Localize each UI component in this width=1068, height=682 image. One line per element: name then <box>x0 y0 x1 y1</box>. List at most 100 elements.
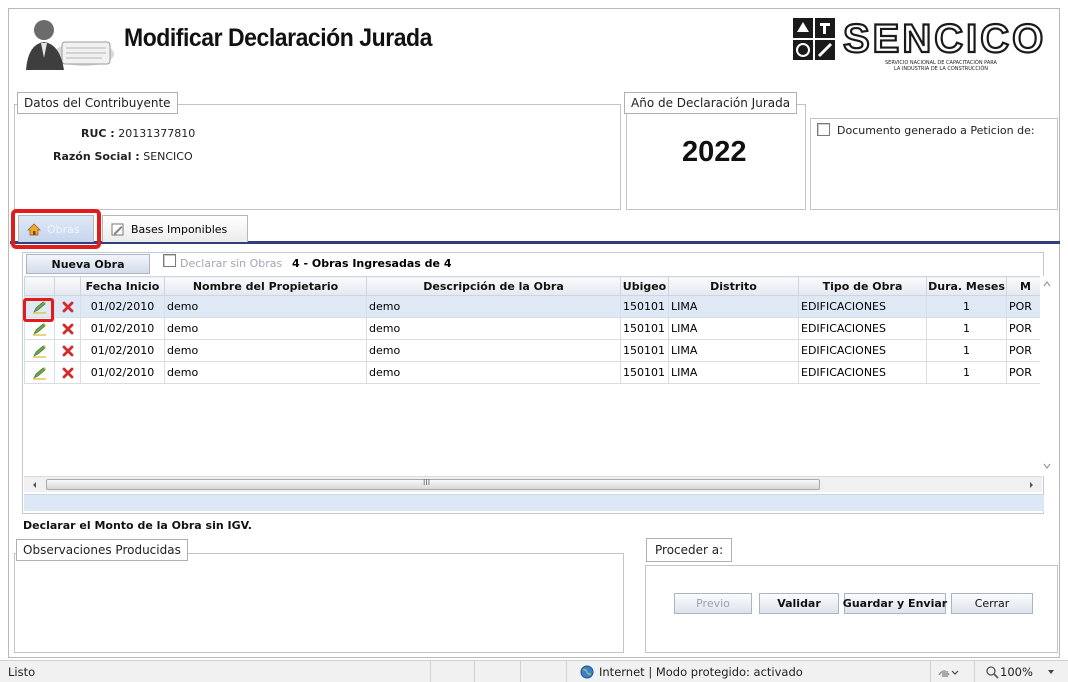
anio-legend: Año de Declaración Jurada <box>624 92 798 114</box>
cell-meses: 1 <box>926 339 1007 362</box>
validar-button[interactable]: Validar <box>759 593 839 614</box>
cell-propietario: demo <box>164 361 367 384</box>
cell-ubigeo: 150101 <box>620 295 669 318</box>
cell-ubigeo: 150101 <box>620 317 669 340</box>
delete-x-icon[interactable] <box>62 323 74 335</box>
scroll-left-icon[interactable] <box>28 478 42 492</box>
cell-propietario: demo <box>164 295 367 318</box>
vertical-scrollbar[interactable] <box>1040 276 1054 476</box>
col-m[interactable]: M <box>1006 276 1045 296</box>
cell-tipo: EDIFICACIONES <box>798 361 927 384</box>
chevron-down-icon[interactable] <box>1046 667 1056 677</box>
col-delete <box>54 276 81 296</box>
cell-m: POR <box>1006 361 1045 384</box>
cell-fecha: 01/02/2010 <box>80 339 165 362</box>
contributor-person-icon <box>26 20 114 70</box>
tab-bases-imponibles[interactable]: Bases Imponibles <box>102 215 248 242</box>
security-zone-text[interactable]: Internet | Modo protegido: activado <box>599 665 803 679</box>
table-header-row: Fecha Inicio Nombre del Propietario Desc… <box>24 276 1045 296</box>
zoom-level[interactable]: 100% <box>1000 665 1033 679</box>
edit-icon <box>111 223 124 235</box>
page-title: Modificar Declaración Jurada <box>124 24 432 52</box>
col-fecha-inicio[interactable]: Fecha Inicio <box>80 276 165 296</box>
cerrar-button[interactable]: Cerrar <box>951 593 1033 614</box>
scroll-up-icon[interactable] <box>1040 278 1054 290</box>
razon-social-row: Razón Social : SENCICO <box>53 150 193 163</box>
horizontal-scroll-thumb[interactable]: III <box>46 478 820 490</box>
cell-descripcion: demo <box>366 339 621 362</box>
horizontal-scrollbar[interactable]: III <box>24 476 1042 492</box>
cell-propietario: demo <box>164 339 367 362</box>
delete-x-icon[interactable] <box>62 367 74 379</box>
obras-count: 4 - Obras Ingresadas de 4 <box>292 257 452 270</box>
edit-pencil-icon[interactable] <box>32 322 48 336</box>
col-nombre-propietario[interactable]: Nombre del Propietario <box>164 276 367 296</box>
previo-button[interactable]: Previo <box>674 593 752 614</box>
cell-meses: 1 <box>926 295 1007 318</box>
cell-distrito: LIMA <box>668 317 799 340</box>
cell-tipo: EDIFICACIONES <box>798 295 927 318</box>
table-row[interactable]: 01/02/2010 demo demo 150101 LIMA EDIFICA… <box>24 361 1045 384</box>
contribuyente-legend: Datos del Contribuyente <box>17 92 178 114</box>
obras-tab-highlight <box>11 209 101 249</box>
col-distrito[interactable]: Distrito <box>668 276 799 296</box>
cell-descripcion: demo <box>366 317 621 340</box>
cell-fecha: 01/02/2010 <box>80 317 165 340</box>
table-row[interactable]: 01/02/2010 demo demo 150101 LIMA EDIFICA… <box>24 295 1045 318</box>
globe-icon <box>580 665 594 679</box>
col-edit <box>24 276 55 296</box>
status-divider <box>566 661 567 682</box>
declarar-sin-obras-checkbox[interactable] <box>163 254 176 267</box>
observaciones-legend: Observaciones Producidas <box>16 539 188 561</box>
sencico-logo: SENCICO SERVICIO NACIONAL DE CAPACITACIÓ… <box>793 16 1044 72</box>
ruc-row: RUC : 20131377810 <box>81 127 195 140</box>
guardar-enviar-button[interactable]: Guardar y Enviar <box>843 593 947 614</box>
cell-fecha: 01/02/2010 <box>80 361 165 384</box>
cell-meses: 1 <box>926 317 1007 340</box>
nueva-obra-button[interactable]: Nueva Obra <box>26 254 150 274</box>
cell-descripcion: demo <box>366 361 621 384</box>
cell-distrito: LIMA <box>668 339 799 362</box>
razon-social-label: Razón Social : <box>53 150 140 163</box>
cell-meses: 1 <box>926 361 1007 384</box>
scroll-down-icon[interactable] <box>1040 460 1054 472</box>
protected-mode-icon[interactable] <box>937 665 959 679</box>
cell-m: POR <box>1006 339 1045 362</box>
cell-tipo: EDIFICACIONES <box>798 317 927 340</box>
cell-ubigeo: 150101 <box>620 361 669 384</box>
status-divider <box>520 661 521 682</box>
cell-tipo: EDIFICACIONES <box>798 339 927 362</box>
zoom-icon[interactable] <box>985 665 999 679</box>
scroll-thumb-grip: III <box>423 478 431 487</box>
ruc-value: 20131377810 <box>118 127 196 140</box>
cell-propietario: demo <box>164 317 367 340</box>
cell-m: POR <box>1006 317 1045 340</box>
declarar-sin-obras-label: Declarar sin Obras <box>180 257 283 270</box>
browser-status-bar: Listo Internet | Modo protegido: activad… <box>0 660 1068 682</box>
col-dura-meses[interactable]: Dura. Meses <box>926 276 1007 296</box>
col-descripcion-obra[interactable]: Descripción de la Obra <box>366 276 621 296</box>
status-divider <box>974 661 975 682</box>
tab-bases-label: Bases Imponibles <box>131 222 228 236</box>
logo-subtitle-1: SERVICIO NACIONAL DE CAPACITACIÓN PARA <box>885 59 998 66</box>
delete-x-icon[interactable] <box>62 345 74 357</box>
cell-ubigeo: 150101 <box>620 339 669 362</box>
delete-x-icon[interactable] <box>62 301 74 313</box>
observaciones-panel <box>14 553 624 653</box>
col-ubigeo[interactable]: Ubigeo <box>620 276 669 296</box>
status-divider <box>430 661 431 682</box>
table-row[interactable]: 01/02/2010 demo demo 150101 LIMA EDIFICA… <box>24 339 1045 362</box>
cell-fecha: 01/02/2010 <box>80 295 165 318</box>
documento-checkbox[interactable] <box>817 123 830 136</box>
status-text: Listo <box>8 665 36 679</box>
edit-pencil-icon[interactable] <box>32 344 48 358</box>
cell-distrito: LIMA <box>668 295 799 318</box>
status-divider <box>930 661 931 682</box>
edit-pencil-icon[interactable] <box>32 366 48 380</box>
razon-social-value: SENCICO <box>143 150 193 163</box>
scroll-right-icon[interactable] <box>1024 478 1038 492</box>
proceder-legend: Proceder a: <box>646 538 733 562</box>
table-row[interactable]: 01/02/2010 demo demo 150101 LIMA EDIFICA… <box>24 317 1045 340</box>
col-tipo-obra[interactable]: Tipo de Obra <box>798 276 927 296</box>
monto-note: Declarar el Monto de la Obra sin IGV. <box>23 519 252 532</box>
